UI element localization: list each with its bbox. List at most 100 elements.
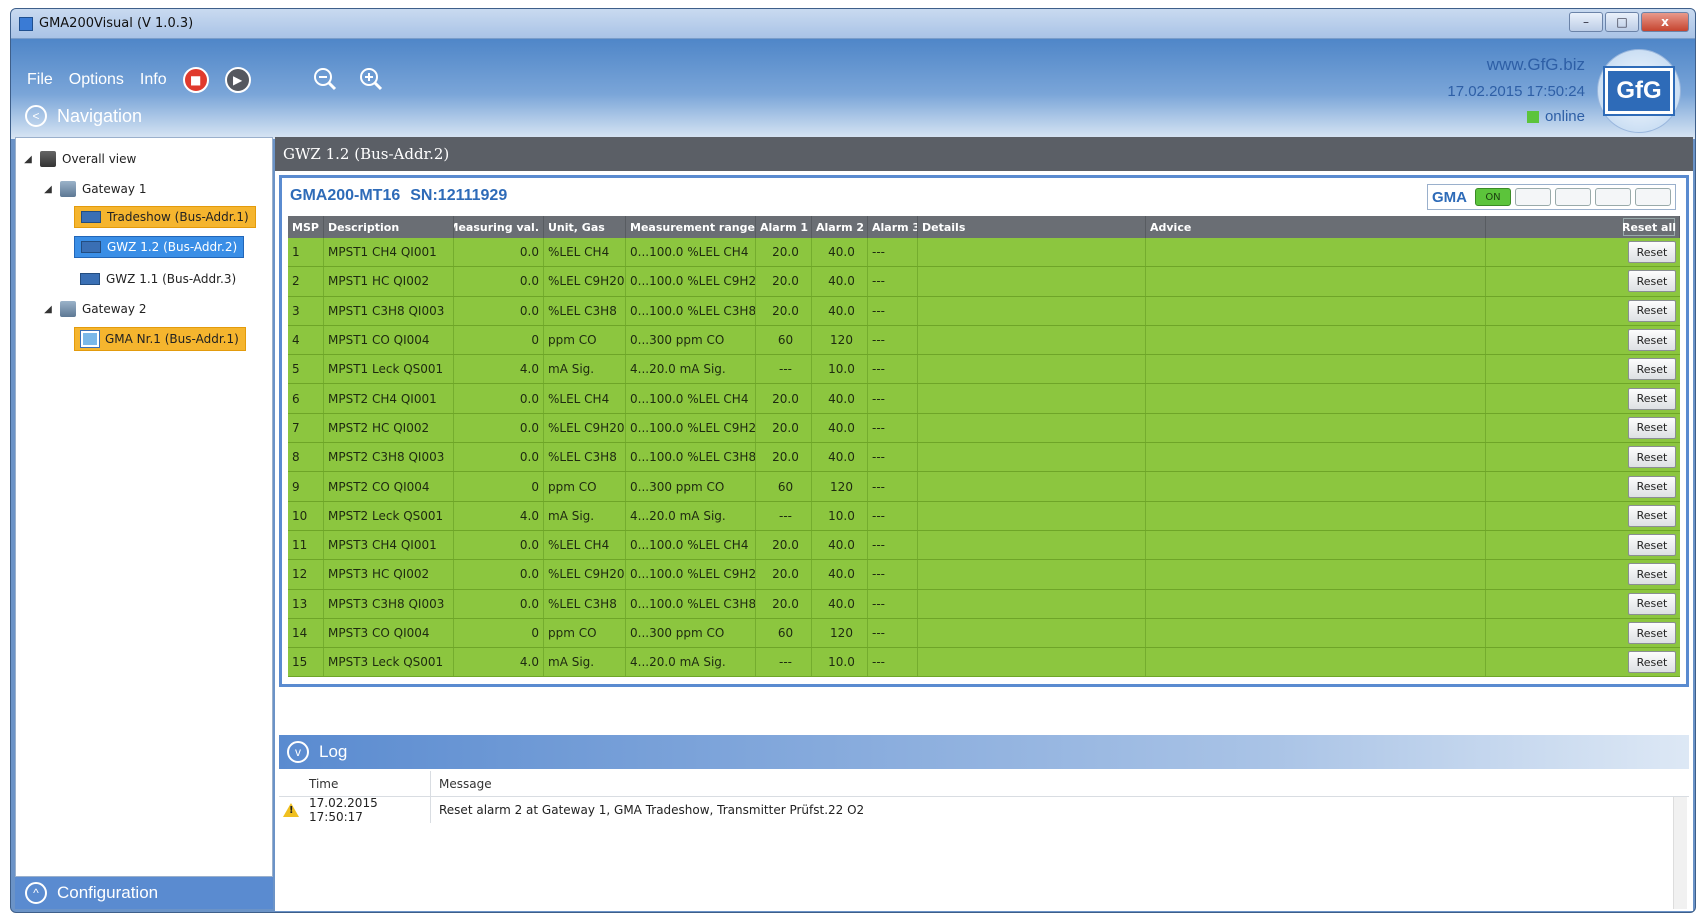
tree-node-gateway-2[interactable]: ◢ Gateway 2 [42, 296, 146, 322]
table-row[interactable]: 2 MPST1 HC QI002 0.0 %LEL C9H20 0...100.0 %L… [288, 267, 1680, 297]
cell-alarm1: 20.0 [756, 413, 812, 443]
maximize-button[interactable]: □ [1605, 12, 1639, 32]
reset-button[interactable]: Reset [1628, 329, 1676, 352]
cell-value: 4.0 [454, 648, 544, 677]
log-header[interactable]: v Log [279, 735, 1689, 769]
col-value[interactable]: Measuring val. [454, 216, 544, 238]
table-row[interactable]: 9 MPST2 CO QI004 0 ppm CO 0...300 ppm CO 60 12… [288, 472, 1680, 502]
cell-advice [1146, 296, 1486, 325]
reset-button[interactable]: Reset [1628, 534, 1676, 557]
expand-icon[interactable]: ◢ [22, 154, 34, 165]
cell-value: 0.0 [454, 238, 544, 267]
reset-button[interactable]: Reset [1628, 563, 1676, 586]
col-description[interactable]: Description [324, 216, 454, 238]
col-range[interactable]: Measurement range [626, 216, 756, 238]
cell-range: 0...300 ppm CO [626, 325, 756, 355]
tree-node-gwz-1-2[interactable]: GWZ 1.2 (Bus-Addr.2) [74, 234, 245, 260]
menu-file[interactable]: File [27, 71, 53, 89]
reset-button[interactable]: Reset [1628, 299, 1676, 322]
col-alarm1[interactable]: Alarm 1 [756, 216, 812, 238]
minimize-button[interactable]: – [1569, 12, 1603, 32]
table-row[interactable]: 13 MPST3 C3H8 QI003 0.0 %LEL C3H8 0...100.0 … [288, 589, 1680, 619]
cell-details [918, 472, 1146, 501]
reset-button[interactable]: Reset [1628, 241, 1676, 264]
play-button[interactable]: ▶ [224, 67, 251, 93]
expand-icon[interactable]: ◢ [42, 304, 54, 315]
cell-range: 0...100.0 %LEL CH4 [626, 238, 756, 267]
cell-reset: Reset [1486, 502, 1680, 530]
stop-button[interactable]: ■ [182, 67, 209, 93]
log-table: Time Message ! 17.02.2015 17:50:17 Reset… [279, 771, 1689, 909]
close-button[interactable]: x [1641, 12, 1689, 32]
reset-button[interactable]: Reset [1628, 270, 1676, 293]
cell-advice [1146, 238, 1486, 267]
cell-alarm3: --- [868, 413, 918, 443]
menu-info[interactable]: Info [140, 71, 167, 89]
col-details[interactable]: Details [918, 216, 1146, 238]
reset-button[interactable]: Reset [1628, 387, 1676, 410]
reset-button[interactable]: Reset [1628, 504, 1676, 527]
brand-url[interactable]: www.GfG.biz [1447, 55, 1585, 75]
cell-alarm3: --- [868, 296, 918, 325]
log-title: Log [319, 742, 348, 761]
table-row[interactable]: 5 MPST1 Leck QS001 4.0 mA Sig. 4...20.0 mA S… [288, 355, 1680, 385]
reset-button[interactable]: Reset [1628, 358, 1676, 381]
col-advice[interactable]: Advice [1146, 216, 1486, 238]
table-row[interactable]: 4 MPST1 CO QI004 0 ppm CO 0...300 ppm CO 60 12… [288, 325, 1680, 356]
tree-node-tradeshow[interactable]: Tradeshow (Bus-Addr.1) [74, 204, 256, 230]
col-alarm2[interactable]: Alarm 2 [812, 216, 868, 238]
reset-button[interactable]: Reset [1628, 446, 1676, 469]
tree-node-box-selected: GWZ 1.2 (Bus-Addr.2) [74, 236, 245, 258]
log-col-time[interactable]: Time [303, 771, 431, 796]
tree-node-overall[interactable]: ◢ Overall view [22, 146, 136, 172]
table-row[interactable]: 15 MPST3 Leck QS001 4.0 mA Sig. 4...20.0 mA … [288, 648, 1680, 678]
expand-icon[interactable]: ◢ [42, 184, 54, 195]
cell-value: 4.0 [454, 501, 544, 530]
table-row[interactable]: 7 MPST2 HC QI002 0.0 %LEL C9H20 0...100.0 %L… [288, 413, 1680, 444]
cell-description: MPST3 C3H8 QI003 [324, 589, 454, 618]
cell-unit: ppm CO [544, 325, 626, 355]
reset-button[interactable]: Reset [1628, 592, 1676, 615]
table-row[interactable]: 3 MPST1 C3H8 QI003 0.0 %LEL C3H8 0...100.0 %… [288, 296, 1680, 326]
col-alarm3[interactable]: Alarm 3 [868, 216, 918, 238]
cell-range: 4...20.0 mA Sig. [626, 501, 756, 530]
configuration-header[interactable]: ^ Configuration [15, 877, 273, 909]
table-row[interactable]: 8 MPST2 C3H8 QI003 0.0 %LEL C3H8 0...100.0 %… [288, 443, 1680, 473]
cell-unit: mA Sig. [544, 648, 626, 677]
reset-button[interactable]: Reset [1628, 416, 1676, 439]
reset-button[interactable]: Reset [1628, 475, 1676, 498]
log-scrollbar[interactable] [1673, 797, 1687, 909]
menu-options[interactable]: Options [69, 71, 124, 89]
log-row[interactable]: ! 17.02.2015 17:50:17 Reset alarm 2 at G… [279, 796, 1689, 824]
table-row[interactable]: 6 MPST2 CH4 QI001 0.0 %LEL CH4 0...100.0 %LE… [288, 384, 1680, 414]
cell-details [918, 267, 1146, 296]
table-row[interactable]: 1 MPST1 CH4 QI001 0.0 %LEL CH4 0...100.0 %LE… [288, 238, 1680, 268]
cell-reset: Reset [1486, 414, 1680, 442]
reset-button[interactable]: Reset [1628, 622, 1676, 644]
tree-node-gma-nr1[interactable]: GMA Nr.1 (Bus-Addr.1) [74, 326, 246, 352]
reset-all-button[interactable]: Reset all [1622, 218, 1676, 236]
cell-msp: 12 [288, 560, 324, 589]
cell-msp: 3 [288, 296, 324, 325]
col-msp[interactable]: MSP [288, 216, 324, 238]
cell-details [918, 443, 1146, 472]
table-row[interactable]: 11 MPST3 CH4 QI001 0.0 %LEL CH4 0...100.0 %L… [288, 530, 1680, 561]
cell-details [918, 560, 1146, 589]
tree-node-gateway-1[interactable]: ◢ Gateway 1 [42, 176, 146, 202]
zoom-in-icon[interactable] [357, 65, 385, 93]
table-row[interactable]: 12 MPST3 HC QI002 0.0 %LEL C9H20 0...100.0 %… [288, 560, 1680, 590]
table-row[interactable]: 10 MPST2 Leck QS001 4.0 mA Sig. 4...20.0 mA … [288, 501, 1680, 531]
navigation-header[interactable]: < Navigation [25, 105, 142, 127]
col-unit[interactable]: Unit, Gas [544, 216, 626, 238]
reset-button[interactable]: Reset [1628, 651, 1676, 674]
connection-status: online [1447, 108, 1585, 125]
zoom-out-icon[interactable] [311, 65, 339, 93]
status-badge [1595, 188, 1631, 206]
tree-node-gwz-1-1[interactable]: GWZ 1.1 (Bus-Addr.3) [80, 266, 236, 292]
log-col-message[interactable]: Message [431, 777, 492, 791]
cell-unit: %LEL C3H8 [544, 296, 626, 325]
cell-alarm3: --- [868, 472, 918, 501]
cell-details [918, 296, 1146, 325]
tree-label: GMA Nr.1 (Bus-Addr.1) [105, 332, 239, 346]
table-row[interactable]: 14 MPST3 CO QI004 0 ppm CO 0...300 ppm CO 60 1… [288, 618, 1680, 649]
